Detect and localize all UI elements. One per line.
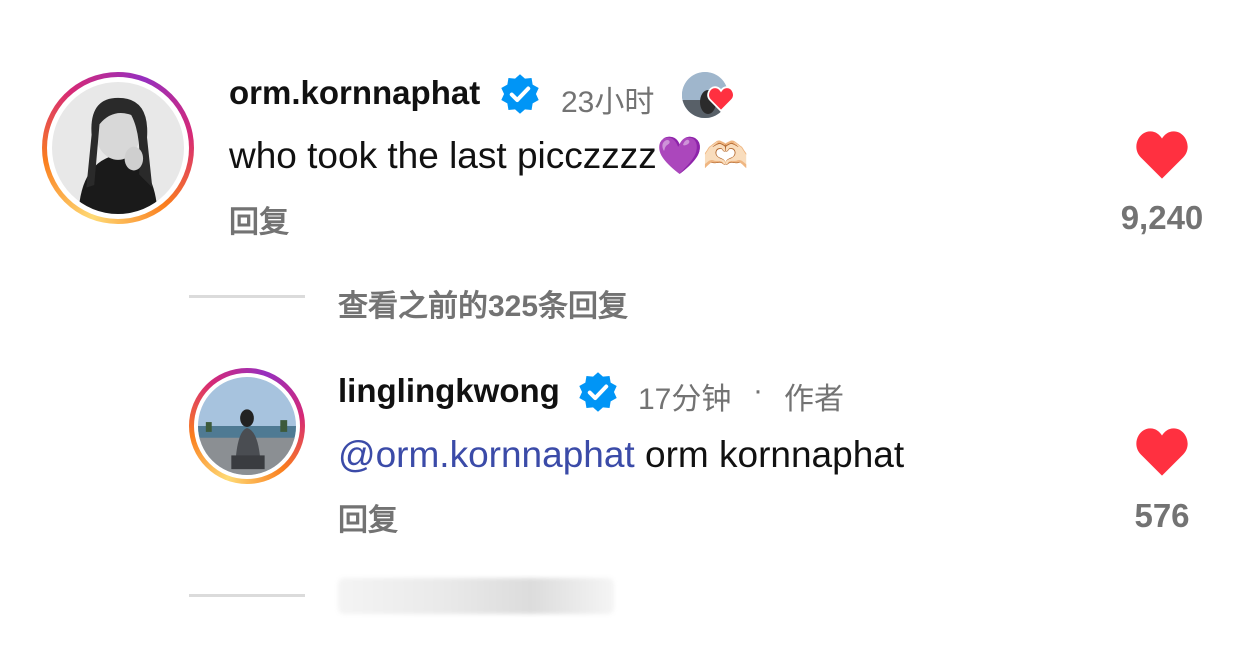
comment-timestamp: 17分钟 — [638, 383, 732, 416]
reply-button[interactable]: 回复 — [338, 495, 398, 539]
blurred-more-replies-link[interactable] — [338, 578, 614, 614]
avatar-lingling[interactable] — [189, 368, 305, 484]
threads-at-icon: @ — [338, 434, 376, 475]
comment-text-body: orm kornnaphat — [634, 434, 905, 475]
like-heart-icon[interactable] — [1133, 426, 1191, 478]
comment-username[interactable]: linglingkwong — [338, 372, 560, 410]
comment-lingling: linglingkwong 17分钟 · 作者 @orm.kornnaphat … — [0, 0, 1260, 550]
mention-link[interactable]: @orm.kornnaphat — [338, 434, 635, 475]
author-tag: 作者 — [784, 383, 844, 416]
avatar-lingling-photo — [198, 377, 296, 475]
like-count: 576 — [1134, 497, 1190, 534]
verified-badge-icon — [579, 372, 617, 412]
comment-text: @orm.kornnaphat orm kornnaphat — [338, 434, 904, 476]
meta-separator: · — [753, 374, 763, 407]
thread-divider — [189, 594, 305, 597]
